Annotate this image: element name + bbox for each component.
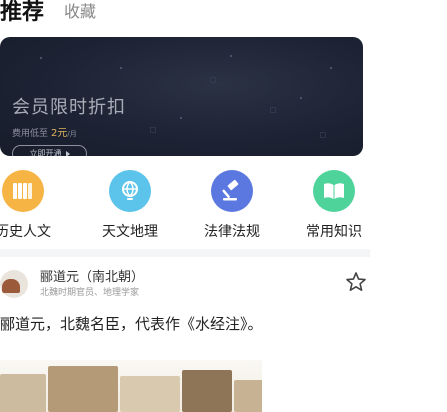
category-label: 常用知识 (306, 224, 362, 240)
play-arrow-icon (65, 150, 70, 156)
open-book-icon (313, 170, 355, 212)
globe-icon (109, 170, 151, 212)
activate-button[interactable]: 立即开通 (12, 145, 87, 156)
category-common-knowledge[interactable]: 常用知识 (294, 170, 374, 241)
banner-price-prefix: 费用低至 (12, 129, 49, 139)
category-label: 历史人文 (0, 224, 51, 240)
category-history-culture[interactable]: 历史人文 (0, 170, 63, 241)
membership-banner[interactable]: 会员限时折扣 费用低至 2元/月 立即开通 (0, 37, 363, 156)
banner-price-unit: /月 (67, 130, 77, 138)
star-icon[interactable] (344, 270, 368, 294)
top-tabs: 推荐 收藏 (0, 0, 96, 25)
banner-price-text: 费用低至 2元/月 (12, 124, 77, 139)
tab-favorites[interactable]: 收藏 (64, 0, 96, 22)
activate-button-label: 立即开通 (29, 149, 62, 156)
category-label: 法律法规 (204, 224, 260, 240)
avatar[interactable] (0, 270, 28, 298)
author-name[interactable]: 郦道元（南北朝） (40, 266, 144, 285)
book-stack-icon (2, 170, 44, 212)
banner-title: 会员限时折扣 (12, 97, 126, 118)
tab-recommend[interactable]: 推荐 (0, 0, 48, 26)
category-law[interactable]: 法律法规 (192, 170, 272, 241)
section-divider (0, 249, 370, 257)
category-astronomy-geography[interactable]: 天文地理 (90, 170, 170, 241)
post-text[interactable]: 郦道元，北魏名臣，代表作《水经注》。 (0, 313, 263, 334)
gavel-icon (211, 170, 253, 212)
category-label: 天文地理 (102, 224, 158, 240)
author-description: 北魏时期官员、地理学家 (40, 288, 140, 298)
tab-recommend-label: 推荐 (0, 0, 45, 25)
post-image[interactable] (0, 360, 262, 412)
post-author-row[interactable]: 郦道元（南北朝） 北魏时期官员、地理学家 (0, 266, 370, 306)
banner-price: 2元 (51, 128, 68, 139)
